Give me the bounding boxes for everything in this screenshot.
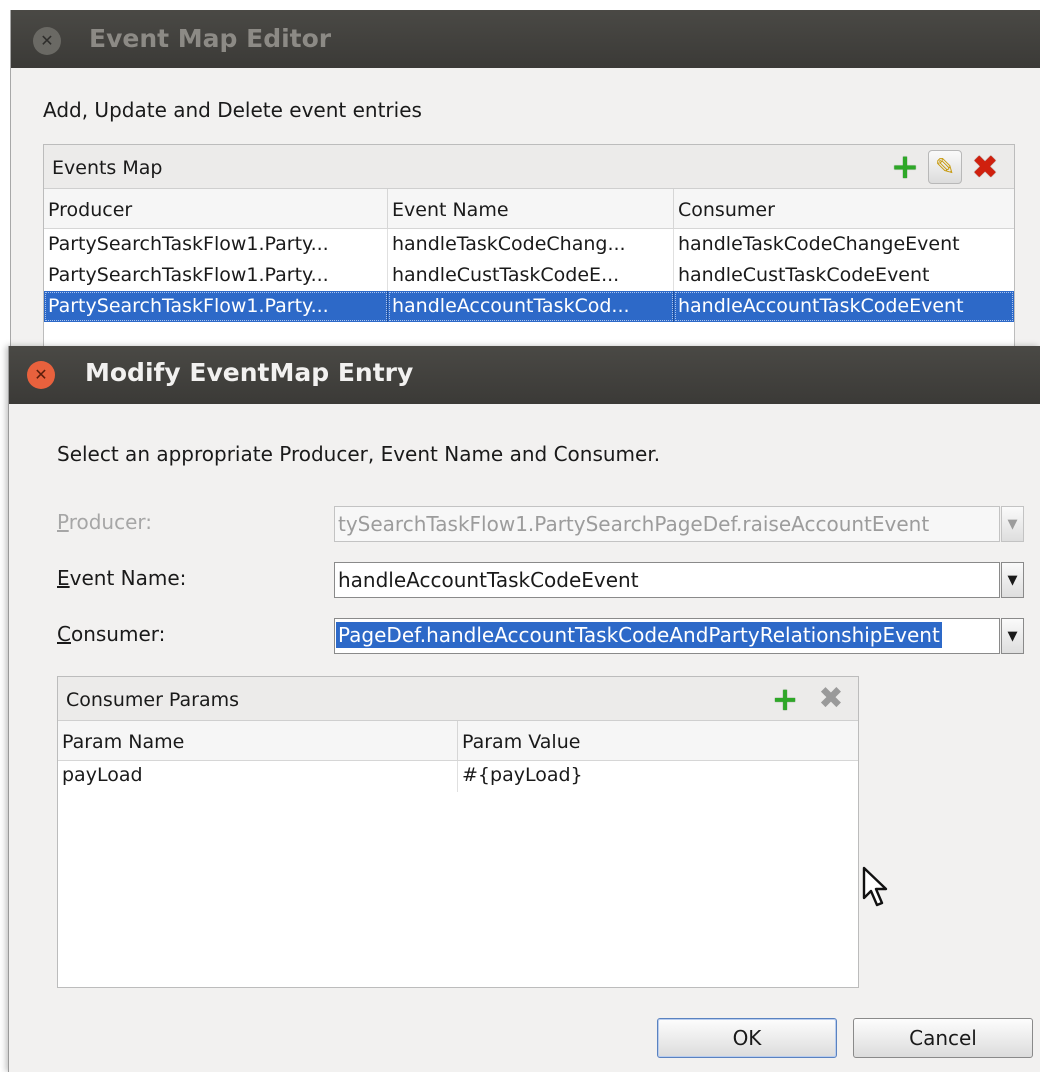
add-event-icon[interactable]: + xyxy=(888,150,922,184)
table-row[interactable]: PartySearchTaskFlow1.Party... handleCust… xyxy=(44,260,1014,291)
consumer-selected-text: PageDef.handleAccountTaskCodeAndPartyRel… xyxy=(336,622,942,648)
producer-field: tySearchTaskFlow1.PartySearchPageDef.rai… xyxy=(334,506,1000,542)
cancel-button[interactable]: Cancel xyxy=(853,1018,1033,1058)
event-name-combobox[interactable]: handleAccountTaskCodeEvent ▼ xyxy=(334,562,1024,598)
consumer-cell: handleAccountTaskCodeEvent xyxy=(674,291,1014,322)
chevron-down-icon[interactable]: ▼ xyxy=(1001,618,1024,654)
consumer-params-header: Consumer Params + ✖ xyxy=(58,677,858,721)
event-map-editor-dialog: ✕ Event Map Editor Add, Update and Delet… xyxy=(10,10,1040,350)
producer-label-text: roducer: xyxy=(68,510,153,534)
column-header-producer[interactable]: Producer xyxy=(44,189,388,228)
consumer-field[interactable]: PageDef.handleAccountTaskCodeAndPartyRel… xyxy=(334,618,1000,654)
events-map-header: Events Map + ✎ ✖ xyxy=(44,145,1014,189)
column-header-param-value[interactable]: Param Value xyxy=(458,721,856,760)
event-name-cell: handleTaskCodeChang... xyxy=(388,229,674,260)
events-table-header: Producer Event Name Consumer xyxy=(44,189,1014,229)
event-name-mnemonic: E xyxy=(57,566,70,590)
editor-close-icon[interactable]: ✕ xyxy=(33,27,61,55)
edit-event-icon[interactable]: ✎ xyxy=(928,150,962,184)
column-header-param-name[interactable]: Param Name xyxy=(58,721,458,760)
params-table-header: Param Name Param Value xyxy=(58,721,858,761)
delete-param-icon[interactable]: ✖ xyxy=(814,682,848,716)
producer-cell: PartySearchTaskFlow1.Party... xyxy=(44,229,388,260)
event-name-cell: handleAccountTaskCod... xyxy=(388,291,674,322)
column-header-event-name[interactable]: Event Name xyxy=(388,189,674,228)
consumer-combobox[interactable]: PageDef.handleAccountTaskCodeAndPartyRel… xyxy=(334,618,1024,654)
producer-cell: PartySearchTaskFlow1.Party... xyxy=(44,260,388,291)
modify-titlebar: ✕ Modify EventMap Entry xyxy=(9,346,1040,404)
consumer-label: Consumer: xyxy=(57,622,165,646)
chevron-down-icon: ▼ xyxy=(1001,506,1024,542)
add-param-icon[interactable]: + xyxy=(768,682,802,716)
modify-subtitle: Select an appropriate Producer, Event Na… xyxy=(57,442,661,466)
table-row[interactable]: payLoad #{payLoad} xyxy=(58,761,858,792)
event-name-label-text: vent Name: xyxy=(69,566,187,590)
consumer-params-title: Consumer Params xyxy=(66,689,240,711)
events-map-panel: Events Map + ✎ ✖ Producer Event Name Con… xyxy=(43,144,1015,350)
ok-button[interactable]: OK xyxy=(657,1018,837,1058)
events-map-title: Events Map xyxy=(52,157,163,179)
producer-combobox: tySearchTaskFlow1.PartySearchPageDef.rai… xyxy=(334,506,1024,542)
producer-label: Producer: xyxy=(57,510,152,534)
editor-subtitle: Add, Update and Delete event entries xyxy=(43,98,422,122)
chevron-down-icon[interactable]: ▼ xyxy=(1001,562,1024,598)
editor-title: Event Map Editor xyxy=(89,24,332,53)
table-row[interactable]: PartySearchTaskFlow1.Party... handleTask… xyxy=(44,229,1014,260)
producer-mnemonic: P xyxy=(57,510,69,534)
consumer-label-text: onsumer: xyxy=(70,622,166,646)
producer-cell: PartySearchTaskFlow1.Party... xyxy=(44,291,388,322)
consumer-params-panel: Consumer Params + ✖ Param Name Param Val… xyxy=(57,676,859,988)
modify-title: Modify EventMap Entry xyxy=(85,358,414,387)
modify-close-icon[interactable]: ✕ xyxy=(27,361,55,389)
consumer-cell: handleCustTaskCodeEvent xyxy=(678,264,930,286)
event-name-cell: handleCustTaskCodeE... xyxy=(388,260,674,291)
consumer-mnemonic: C xyxy=(57,622,71,646)
event-name-label: Event Name: xyxy=(57,566,186,590)
column-header-consumer[interactable]: Consumer xyxy=(674,189,1014,228)
mouse-cursor-icon xyxy=(862,866,888,907)
modify-eventmap-entry-dialog: ✕ Modify EventMap Entry Select an approp… xyxy=(8,346,1040,1072)
event-name-field[interactable]: handleAccountTaskCodeEvent xyxy=(334,562,1000,598)
param-value-cell[interactable]: #{payLoad} xyxy=(458,761,856,792)
param-name-cell[interactable]: payLoad xyxy=(58,761,458,792)
delete-event-icon[interactable]: ✖ xyxy=(968,150,1002,184)
consumer-cell: handleTaskCodeChangeEvent xyxy=(678,233,960,255)
table-row-selected[interactable]: PartySearchTaskFlow1.Party... handleAcco… xyxy=(44,291,1014,322)
events-table: Producer Event Name Consumer PartySearch… xyxy=(44,189,1014,322)
editor-titlebar: ✕ Event Map Editor xyxy=(11,10,1040,68)
params-table: Param Name Param Value payLoad #{payLoad… xyxy=(58,721,858,792)
